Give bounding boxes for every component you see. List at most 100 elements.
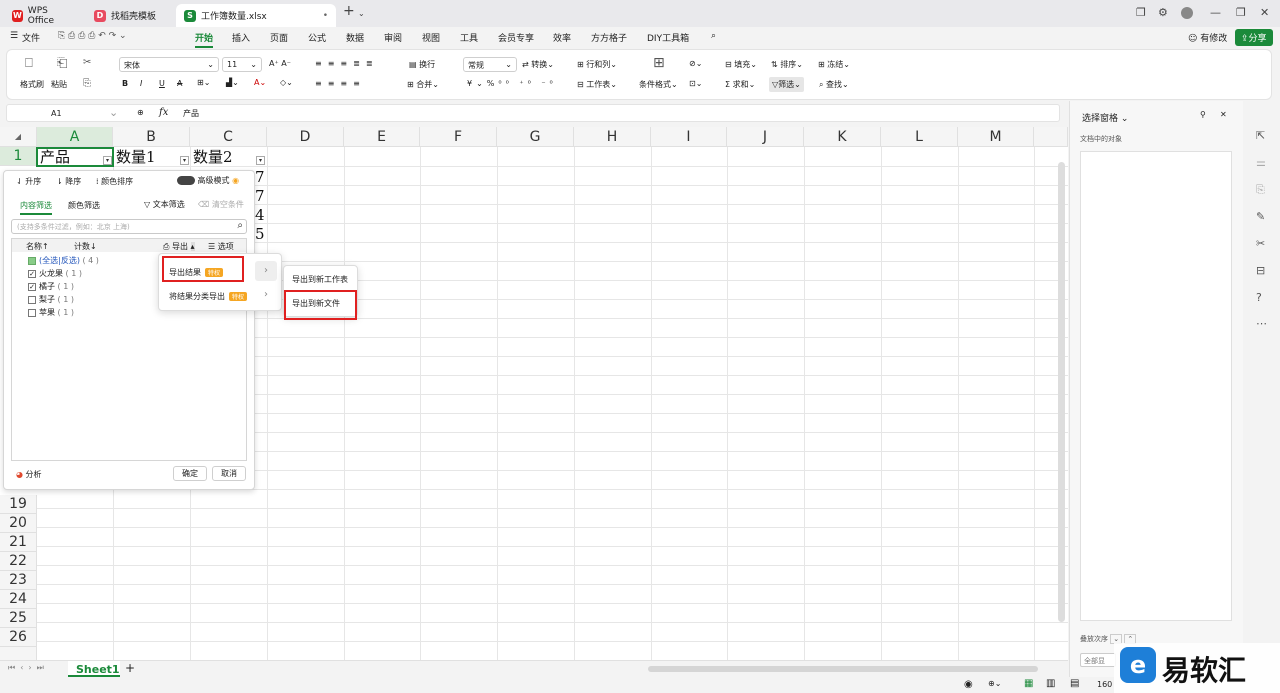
changes-indicator[interactable]: ☺ 有修改 (1188, 31, 1227, 44)
more-icon[interactable]: ⋯ (1256, 317, 1267, 330)
sort-by-count-header[interactable]: 计数↓ (74, 241, 97, 252)
menu-item-insert[interactable]: 插入 (232, 31, 250, 44)
rows-cols-button[interactable]: ⊞ 行和列⌄ (577, 59, 617, 70)
cell-c3[interactable]: 7 (255, 187, 265, 206)
cell-c5[interactable]: 5 (255, 225, 265, 244)
copy-icon[interactable]: ⎘ (83, 78, 91, 89)
checkbox-checked[interactable]: ✓ (28, 282, 36, 291)
font-size-select[interactable]: 11 ⌄ (222, 57, 262, 72)
filter-dropdown-c[interactable]: ▾ (256, 156, 265, 165)
font-name-select[interactable]: 宋体 ⌄ (119, 57, 219, 72)
column-header-h[interactable]: H (574, 127, 651, 147)
vertical-scrollbar[interactable] (1058, 162, 1065, 622)
column-header-l[interactable]: L (881, 127, 958, 147)
tab-content-filter[interactable]: 内容筛选 (20, 200, 52, 215)
avatar[interactable] (1181, 7, 1193, 19)
show-all-button[interactable]: 全部显 (1080, 653, 1116, 667)
tab-wps-office[interactable]: W WPS Office (4, 4, 80, 27)
cell-style-icon[interactable]: ⊘⌄ (689, 59, 702, 68)
filter-dropdown-a[interactable]: ▾ (103, 156, 112, 165)
cell-reference[interactable]: A1 (51, 109, 62, 118)
cell-c1[interactable]: 数量2 (193, 148, 233, 167)
menu-item-start[interactable]: 开始 (195, 31, 214, 48)
align-top-icons[interactable]: ≡≡≡≣≣ (315, 59, 379, 68)
menu-item-view[interactable]: 视图 (422, 31, 440, 44)
normal-view-icon[interactable]: ▦ (1024, 678, 1033, 689)
export-button[interactable]: ⎙ 导出 ▴ (163, 241, 195, 252)
book-icon[interactable]: ⊟ (1256, 264, 1265, 277)
filter-search-input[interactable]: (支持多条件过滤，例如：北京 上海) ⌕ (11, 219, 247, 234)
paste-button[interactable]: 粘贴 (51, 79, 67, 90)
row-header-19[interactable]: 19 (0, 495, 37, 514)
pin-icon[interactable]: ⚲ (1200, 110, 1206, 119)
help-icon[interactable]: ? (1256, 291, 1262, 304)
checkbox-unchecked[interactable] (28, 308, 36, 317)
border-icon[interactable]: ⊞⌄ (197, 78, 210, 87)
page-layout-icon[interactable]: ▥ (1046, 678, 1055, 689)
cell-b1[interactable]: 数量1 (116, 148, 156, 167)
sum-button[interactable]: Σ 求和⌄ (725, 79, 755, 90)
menu-item-tools[interactable]: 工具 (460, 31, 478, 44)
add-sheet-icon[interactable]: + (125, 661, 135, 675)
row-header-1[interactable]: 1 (0, 147, 37, 166)
fill-color-icon[interactable]: ▟⌄ (226, 78, 239, 87)
font-color-icon[interactable]: A⌄ (254, 78, 266, 87)
wrap-text-button[interactable]: ▤ 换行 (409, 59, 435, 70)
menu-file[interactable]: 文件 (22, 31, 40, 44)
worksheet-button[interactable]: ⊟ 工作表⌄ (577, 79, 617, 90)
freeze-button[interactable]: ⊞ 冻结⌄ (818, 59, 850, 70)
chevron-down-icon[interactable]: ⌄ (358, 9, 365, 18)
column-header-m[interactable]: M (958, 127, 1034, 147)
filter-item-dragonfruit[interactable]: ✓ 火龙果 ( 1 ) (28, 268, 82, 279)
zoom-level[interactable]: 160 (1097, 680, 1112, 689)
menu-item-data[interactable]: 数据 (346, 31, 364, 44)
quick-access-icons[interactable]: ⎘ ⎙ ⎙ ⎙ ↶ ↷ ⌄ (58, 31, 127, 41)
checkbox-partial[interactable] (28, 256, 36, 265)
tools-icon[interactable]: ✂ (1256, 237, 1265, 250)
row-header-23[interactable]: 23 (0, 571, 37, 590)
search-icon[interactable]: ⌕ (711, 31, 716, 41)
menu-item-formula[interactable]: 公式 (308, 31, 326, 44)
copy-icon[interactable]: ⎘ (1256, 183, 1265, 197)
close-window-icon[interactable]: ✕ (1260, 6, 1269, 19)
objects-list[interactable] (1080, 151, 1232, 621)
italic-icon[interactable]: I (140, 79, 142, 88)
fx-icon[interactable]: fx (159, 107, 168, 118)
filter-item-pear[interactable]: 梨子 ( 1 ) (28, 294, 74, 305)
tab-docer[interactable]: D 找稻壳模板 (86, 4, 174, 27)
cut-icon[interactable]: ✂ (83, 57, 91, 68)
properties-icon[interactable]: ⚌ (1256, 156, 1266, 169)
checkbox-unchecked[interactable] (28, 295, 36, 304)
page-break-icon[interactable]: ▤ (1070, 678, 1079, 689)
cell-a1[interactable]: 产品 (40, 148, 70, 167)
column-header-i[interactable]: I (651, 127, 727, 147)
export-to-new-sheet-item[interactable]: 导出到新工作表 (292, 274, 348, 285)
row-header-20[interactable]: 20 (0, 514, 37, 533)
share-button[interactable]: ⇪分享 (1235, 29, 1273, 46)
conditional-format-button[interactable]: 条件格式⌄ (639, 79, 678, 90)
clear-format-icon[interactable]: ◇⌄ (280, 78, 293, 87)
menu-item-efficiency[interactable]: 效率 (553, 31, 571, 44)
cancel-button[interactable]: 取消 (212, 466, 246, 481)
column-header-f[interactable]: F (420, 127, 497, 147)
horizontal-scrollbar[interactable] (648, 666, 1038, 672)
conditional-format-icon[interactable]: ⊞ (653, 55, 665, 71)
find-button[interactable]: ⌕ 查找⌄ (819, 79, 849, 90)
edit-icon[interactable]: ✎ (1256, 210, 1265, 223)
menu-item-page[interactable]: 页面 (270, 31, 288, 44)
column-header-g[interactable]: G (497, 127, 574, 147)
bold-icon[interactable]: B (122, 79, 128, 88)
format-painter-icon[interactable]: ⎕ (25, 56, 33, 71)
font-grow-icon[interactable]: A⁺ A⁻ (269, 59, 291, 68)
options-button[interactable]: ☰ 选项 (208, 241, 234, 252)
menu-item-fangfang[interactable]: 方方格子 (591, 31, 627, 44)
zoom-icon[interactable]: ⊕ (137, 108, 144, 117)
window-restore-icon[interactable]: ❐ (1136, 6, 1146, 19)
convert-button[interactable]: ⇄ 转换⌄ (522, 59, 554, 70)
text-filter-button[interactable]: ▽ 文本筛选 (144, 199, 185, 210)
merge-button[interactable]: ⊞ 合并⌄ (407, 79, 439, 90)
number-format-select[interactable]: 常规 ⌄ (463, 57, 517, 72)
settings-icon[interactable]: ⚙ (1158, 6, 1168, 19)
column-header-d[interactable]: D (267, 127, 344, 147)
strikethrough-icon[interactable]: A (177, 79, 182, 88)
